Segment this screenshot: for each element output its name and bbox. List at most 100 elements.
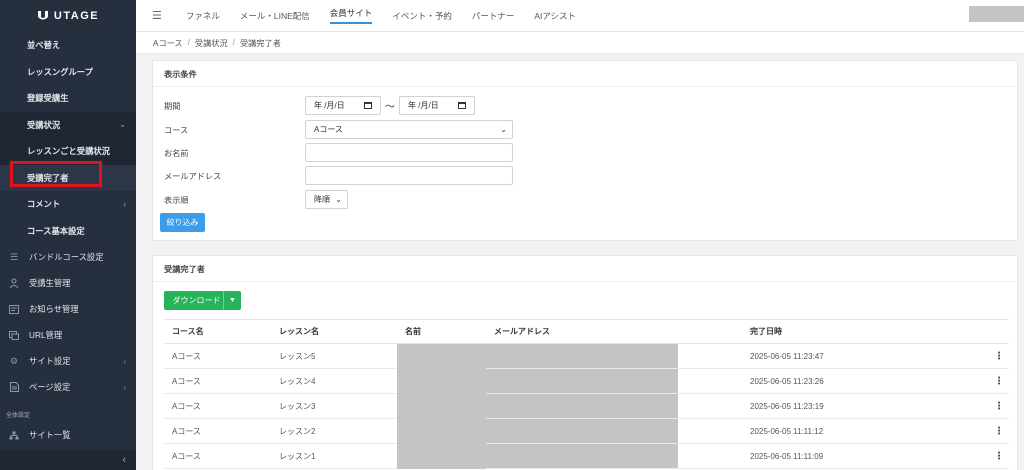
sidebar-item-label: バンドルコース設定	[29, 252, 104, 262]
more-menu-icon[interactable]: ⋮	[981, 443, 1009, 469]
cell-email-redacted	[486, 343, 742, 369]
course-select[interactable]: Aコース ⌄	[305, 120, 513, 139]
date-from-value: 年 /月/日	[314, 101, 345, 110]
news-icon	[8, 303, 20, 315]
col-email: メールアドレス	[486, 319, 742, 344]
cell-course: Aコース	[164, 443, 271, 469]
gear-icon: ⚙	[9, 355, 19, 366]
period-row: 期間 年 /月/日 〜 年 /月/日	[164, 96, 475, 115]
table-row: Aコース レッスン5 2025-06-05 11:23:47 ⋮	[164, 343, 1009, 369]
more-menu-icon[interactable]: ⋮	[981, 343, 1009, 369]
tab-event[interactable]: イベント・予約	[382, 0, 462, 32]
results-card: 受講完了者 ダウンロード ▼ コース名 レッスン名 名前 メールアドレス 完了日…	[152, 255, 1018, 470]
download-label: ダウンロード	[172, 296, 221, 305]
tab-label: ファネル	[185, 10, 220, 21]
cell-name-redacted	[397, 443, 486, 469]
cell-course: Aコース	[164, 418, 271, 444]
name-label: お名前	[164, 148, 189, 158]
more-menu-icon[interactable]: ⋮	[981, 418, 1009, 444]
email-input[interactable]	[305, 166, 513, 185]
order-row: 表示順 降順 ⌄	[164, 190, 348, 209]
sidebar-item-label: 受講状況	[27, 119, 61, 130]
chevron-left-icon: ‹	[123, 199, 126, 209]
sidebar-item-news[interactable]: お知らせ管理	[0, 296, 136, 322]
tab-ai-assist[interactable]: AIアシスト	[524, 0, 586, 32]
more-menu-icon[interactable]: ⋮	[981, 368, 1009, 394]
filter-card: 表示条件 期間 年 /月/日 〜 年 /月/日 コース Aコース ⌄ お名前 メ…	[152, 60, 1018, 241]
sidebar-item-label: レッスンごと受講状況	[27, 146, 110, 157]
breadcrumb-separator: /	[232, 38, 235, 47]
col-completed: 完了日時	[742, 319, 981, 344]
link-icon	[8, 329, 20, 341]
tab-label: メール・LINE配信	[239, 10, 310, 21]
cell-completed: 2025-06-05 11:23:47	[742, 343, 981, 369]
tab-mail-line[interactable]: メール・LINE配信	[230, 0, 320, 32]
sidebar-item-registered-students[interactable]: 登録受講生	[0, 85, 136, 112]
breadcrumb-separator: /	[187, 38, 190, 47]
cell-lesson: レッスン2	[271, 418, 397, 444]
breadcrumb-progress[interactable]: 受講状況	[195, 37, 228, 49]
download-button[interactable]: ダウンロード ▼	[164, 291, 241, 310]
date-to-input[interactable]: 年 /月/日	[399, 96, 475, 115]
col-lesson: レッスン名	[271, 319, 397, 344]
tab-funnel[interactable]: ファネル	[176, 0, 230, 32]
sidebar-item-lesson-group[interactable]: レッスングループ	[0, 59, 136, 86]
sidebar-item-label: 並べ替え	[27, 40, 61, 51]
sidebar-item-bundle[interactable]: ☰ バンドルコース設定	[0, 244, 136, 270]
calendar-icon	[364, 102, 372, 109]
sidebar-collapse-button[interactable]: ‹	[0, 450, 136, 470]
hamburger-icon[interactable]: ☰	[152, 9, 162, 22]
completed-table: コース名 レッスン名 名前 メールアドレス 完了日時 Aコース レッスン5 20…	[164, 319, 1009, 469]
user-menu-redacted[interactable]	[969, 6, 1024, 22]
name-input[interactable]	[305, 143, 513, 162]
col-course: コース名	[164, 319, 271, 344]
sidebar-item-sort[interactable]: 並べ替え	[0, 32, 136, 59]
caret-down-icon[interactable]: ▼	[223, 291, 241, 310]
table-row: Aコース レッスン3 2025-06-05 11:23:19 ⋮	[164, 393, 1009, 419]
table-header-row: コース名 レッスン名 名前 メールアドレス 完了日時	[164, 319, 1009, 344]
tab-partner[interactable]: パートナー	[462, 0, 525, 32]
cell-name-redacted	[397, 343, 486, 369]
tab-member-site[interactable]: 会員サイト	[320, 0, 383, 32]
date-from-input[interactable]: 年 /月/日	[305, 96, 381, 115]
sidebar-item-progress[interactable]: 受講状況 ⌄	[0, 111, 136, 138]
order-select[interactable]: 降順 ⌄	[305, 190, 348, 209]
logo[interactable]: UTAGE	[0, 0, 136, 32]
filter-submit-button[interactable]: 絞り込み	[160, 213, 205, 232]
list-icon: ☰	[9, 251, 19, 262]
table-row: Aコース レッスン2 2025-06-05 11:11:12 ⋮	[164, 418, 1009, 444]
table-row: Aコース レッスン1 2025-06-05 11:11:09 ⋮	[164, 443, 1009, 469]
sidebar-item-label: サイト一覧	[29, 430, 71, 440]
col-name: 名前	[397, 319, 486, 344]
chevron-left-icon: ‹	[123, 356, 126, 366]
range-separator: 〜	[385, 102, 395, 113]
sidebar-item-comment[interactable]: コメント ‹	[0, 191, 136, 218]
cell-completed: 2025-06-05 11:11:09	[742, 443, 981, 469]
sidebar-item-label: 登録受講生	[27, 93, 69, 104]
breadcrumb-course[interactable]: Aコース	[153, 37, 183, 49]
sidebar-item-label: コメント	[27, 199, 61, 210]
filter-card-title: 表示条件	[153, 61, 1017, 87]
cell-course: Aコース	[164, 343, 271, 369]
sidebar-item-label: ページ設定	[29, 382, 71, 392]
sidebar-item-site-list[interactable]: サイト一覧	[0, 422, 136, 448]
sidebar-item-students[interactable]: 受講生管理	[0, 270, 136, 296]
course-row: コース Aコース ⌄	[164, 120, 513, 139]
email-row: メールアドレス	[164, 166, 513, 185]
sidebar-item-label: レッスングループ	[27, 66, 93, 77]
cell-completed: 2025-06-05 11:23:19	[742, 393, 981, 419]
name-row: お名前	[164, 143, 513, 162]
cell-course: Aコース	[164, 393, 271, 419]
sidebar: UTAGE 並べ替え レッスングループ 登録受講生 受講状況 ⌄ レッスンごと受講…	[0, 0, 136, 470]
sidebar-item-url[interactable]: URL管理	[0, 322, 136, 348]
period-label: 期間	[164, 101, 181, 111]
sidebar-item-page-settings[interactable]: ページ設定 ‹	[0, 374, 136, 400]
date-to-value: 年 /月/日	[408, 101, 439, 110]
chevron-left-icon: ‹	[122, 454, 126, 466]
cell-email-redacted	[486, 368, 742, 394]
sitemap-icon	[8, 429, 20, 441]
sidebar-item-site-settings[interactable]: ⚙ サイト設定 ‹	[0, 348, 136, 374]
more-menu-icon[interactable]: ⋮	[981, 393, 1009, 419]
cell-email-redacted	[486, 393, 742, 419]
sidebar-item-course-settings[interactable]: コース基本設定	[0, 218, 136, 245]
